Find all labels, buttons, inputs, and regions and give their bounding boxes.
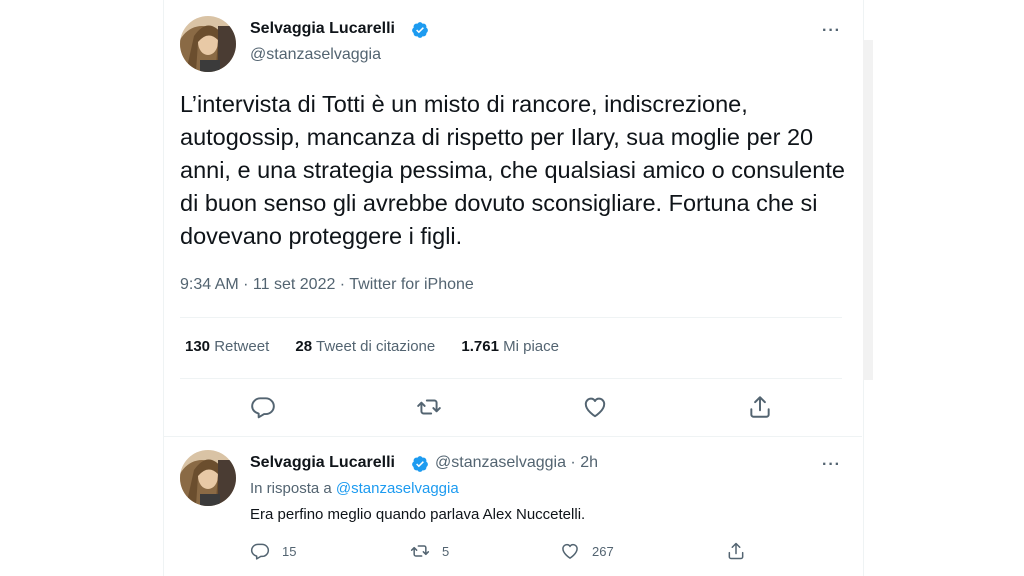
retweet-icon <box>410 545 430 557</box>
more-options-icon[interactable]: ··· <box>822 456 841 474</box>
author-name[interactable]: Selvaggia Lucarelli <box>250 20 395 38</box>
author-handle[interactable]: @stanzaselvaggia <box>250 46 381 64</box>
reply-context: In risposta a @stanzaselvaggia <box>250 480 459 497</box>
retweet-count: 5 <box>442 543 450 559</box>
reply-like-button[interactable]: 267 <box>560 541 614 561</box>
stat-likes[interactable]: 1.761 Mi piace <box>461 338 559 355</box>
verified-badge-icon <box>412 456 428 472</box>
reply-text: Era perfino meglio quando parlava Alex N… <box>250 506 586 523</box>
divider <box>180 317 842 318</box>
reply-icon[interactable] <box>250 394 276 420</box>
stat-retweets[interactable]: 130 Retweet <box>185 338 269 355</box>
tweet-text: L’intervista di Totti è un misto di ranc… <box>180 91 845 249</box>
reply-author-name[interactable]: Selvaggia Lucarelli <box>250 454 395 472</box>
scrollbar[interactable] <box>863 0 873 576</box>
reply-share-button[interactable] <box>726 541 758 561</box>
avatar[interactable] <box>180 450 236 506</box>
avatar[interactable] <box>180 16 236 72</box>
stat-quote-tweets[interactable]: 28 Tweet di citazione <box>295 338 435 355</box>
share-icon <box>728 542 744 560</box>
divider <box>180 378 842 379</box>
verified-badge-icon <box>412 22 428 38</box>
retweet-icon[interactable] <box>416 394 442 420</box>
like-icon[interactable] <box>582 394 608 420</box>
divider <box>163 436 862 437</box>
share-icon[interactable] <box>747 394 773 420</box>
like-count: 267 <box>592 543 614 559</box>
tweet-meta[interactable]: 9:34 AM · 11 set 2022 · Twitter for iPho… <box>180 276 474 294</box>
reply-icon <box>250 543 270 560</box>
reply-to-link[interactable]: @stanzaselvaggia <box>336 480 459 497</box>
more-options-icon[interactable]: ··· <box>822 22 841 40</box>
reply-handle-time[interactable]: @stanzaselvaggia · 2h <box>435 454 598 472</box>
reply-reply-button[interactable]: 15 <box>250 541 296 561</box>
like-icon <box>562 543 578 559</box>
tweet-stats: 130 Retweet 28 Tweet di citazione 1.761 … <box>185 338 581 355</box>
scrollbar-thumb[interactable] <box>863 40 873 380</box>
reply-retweet-button[interactable]: 5 <box>410 541 449 561</box>
reply-count: 15 <box>282 543 297 559</box>
